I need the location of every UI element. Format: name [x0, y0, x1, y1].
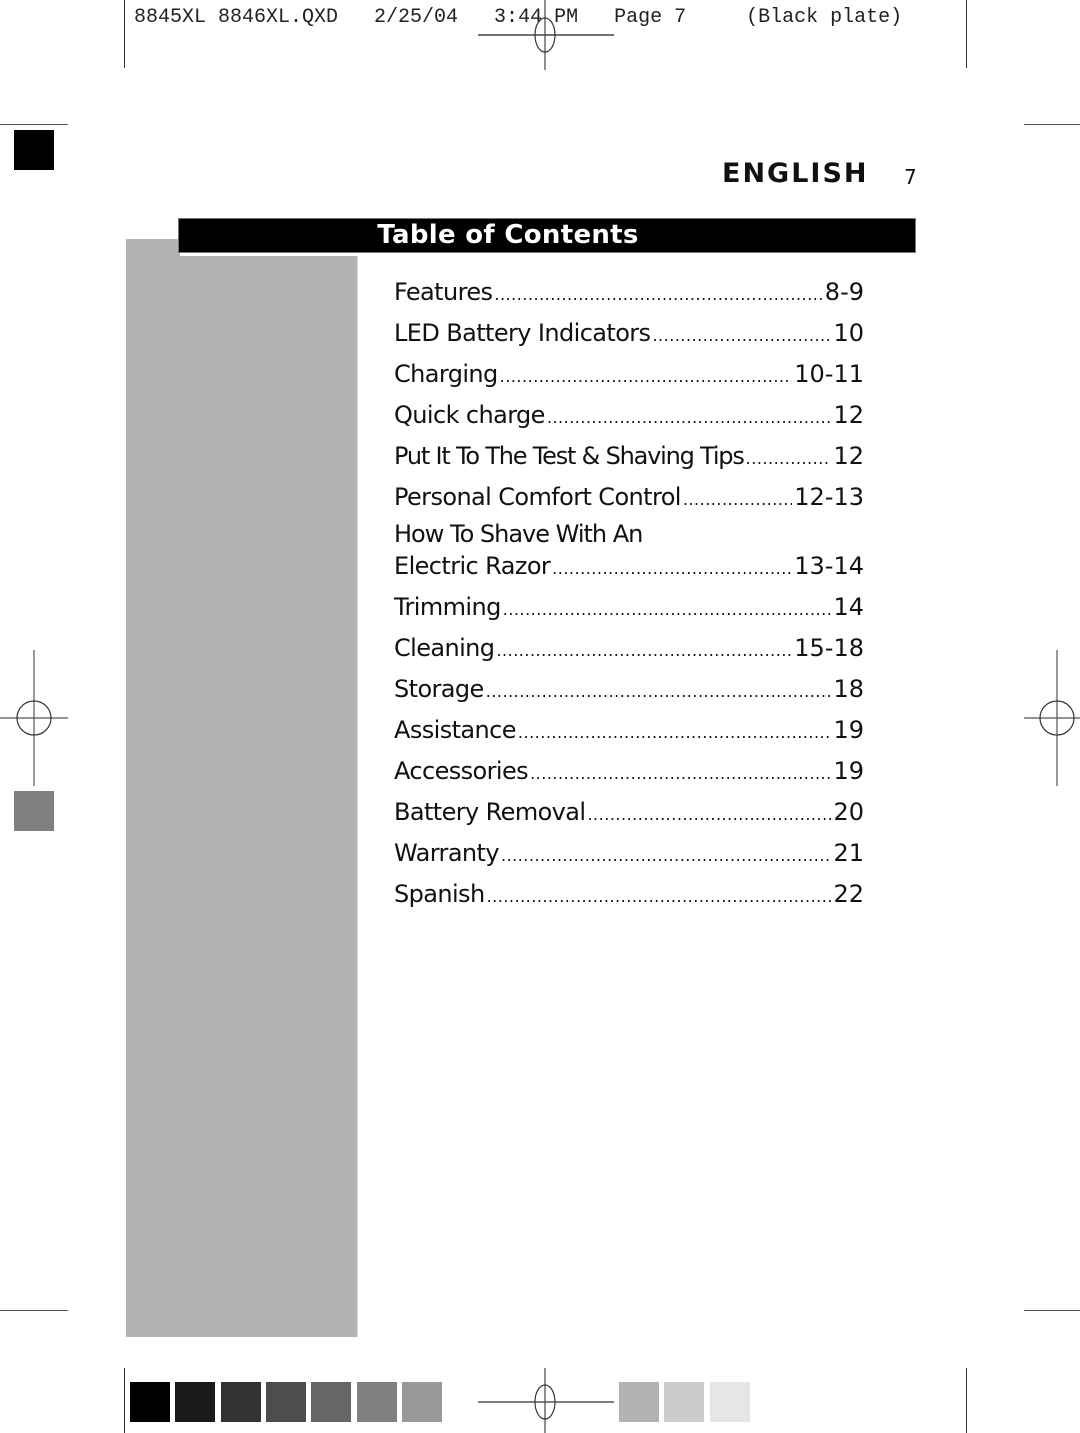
crop-mark-bottom-left: [124, 1368, 125, 1433]
toc-item[interactable]: Storage 18: [394, 671, 864, 712]
toc-title: Table of Contents: [377, 220, 639, 250]
dot-leader: [587, 797, 831, 833]
toc-item-label: Personal Comfort Control: [394, 483, 681, 511]
dot-leader: [503, 592, 832, 628]
toc-item-page: 10: [833, 319, 864, 347]
dot-leader: [501, 838, 832, 874]
color-swatch: [401, 1382, 442, 1422]
crop-mark-left-lower: [0, 1310, 68, 1311]
color-swatch: [709, 1382, 750, 1422]
toc-item-page: 21: [833, 839, 864, 867]
registration-mark-left-icon: [0, 650, 68, 786]
toc-item[interactable]: Charging 10-11: [394, 356, 864, 397]
toc-item[interactable]: Cleaning 15-18: [394, 630, 864, 671]
toc-item[interactable]: Quick charge 12: [394, 397, 864, 438]
gray-registration-square: [14, 791, 54, 831]
toc-item[interactable]: Spanish 22: [394, 876, 864, 917]
toc-item-page: 19: [833, 757, 864, 785]
toc-item-label: Spanish: [394, 880, 485, 908]
color-swatch: [356, 1382, 397, 1422]
registration-mark-top-icon: [478, 0, 614, 70]
dot-leader: [496, 633, 792, 669]
toc-list: Features 8-9 LED Battery Indicators 10 Cha…: [394, 274, 864, 917]
color-swatch: [664, 1382, 705, 1422]
toc-item[interactable]: Battery Removal 20: [394, 794, 864, 835]
toc-item-page: 19: [833, 716, 864, 744]
dot-leader: [552, 551, 792, 587]
toc-item-label: Quick charge: [394, 401, 545, 429]
crop-mark-top-left: [124, 0, 125, 68]
toc-item-label-line1: How To Shave With An: [394, 520, 643, 548]
toc-item-label: LED Battery Indicators: [394, 319, 651, 347]
toc-item-label: Put It To The Test & Shaving Tips: [394, 442, 745, 470]
crop-mark-right-lower: [1024, 1310, 1080, 1311]
color-swatch: [265, 1382, 306, 1422]
toc-item[interactable]: Put It To The Test & Shaving Tips 12: [394, 438, 864, 479]
toc-item-label: Assistance: [394, 716, 516, 744]
dot-leader: [547, 400, 832, 436]
color-swatch: [311, 1382, 352, 1422]
language-heading: ENGLISH: [722, 158, 869, 189]
toc-item[interactable]: Warranty 21: [394, 835, 864, 876]
toc-item[interactable]: Personal Comfort Control 12-13: [394, 479, 864, 520]
crop-mark-top-right: [966, 0, 967, 68]
toc-item-page: 18: [833, 675, 864, 703]
page-number: 7: [904, 165, 917, 189]
toc-item-label: Charging: [394, 360, 498, 388]
dot-leader: [746, 441, 832, 477]
toc-item-label: Warranty: [394, 839, 500, 867]
toc-item-label: Features: [394, 278, 493, 306]
black-registration-square: [14, 130, 54, 170]
dot-leader: [683, 482, 792, 518]
registration-mark-bottom-icon: [478, 1368, 614, 1433]
color-swatch: [175, 1382, 216, 1422]
color-swatch: [130, 1382, 170, 1422]
toc-item-page: 14: [833, 593, 864, 621]
toc-item-page: 12: [833, 442, 864, 470]
toc-item-page: 22: [833, 880, 864, 908]
crop-mark-bottom-right: [966, 1368, 967, 1433]
toc-item-page: 13-14: [794, 552, 864, 580]
toc-item-label: Battery Removal: [394, 798, 586, 826]
toc-item-page: 12: [833, 401, 864, 429]
toc-item-label: Electric Razor: [394, 552, 551, 580]
toc-item-page: 15-18: [794, 634, 864, 662]
toc-item-label: Trimming: [394, 593, 501, 621]
toc-item-page: 8-9: [824, 278, 864, 306]
dot-leader: [652, 318, 831, 354]
registration-mark-right-icon: [1024, 650, 1080, 786]
color-swatch: [619, 1382, 659, 1422]
crop-mark-right-upper: [1024, 124, 1080, 125]
dot-leader: [500, 359, 793, 395]
dot-leader: [487, 879, 832, 915]
toc-item-page: 20: [833, 798, 864, 826]
toc-item[interactable]: Trimming 14: [394, 589, 864, 630]
color-swatch: [220, 1382, 261, 1422]
toc-item-label: Cleaning: [394, 634, 495, 662]
crop-mark-left-upper: [0, 124, 68, 125]
toc-item[interactable]: How To Shave With An Electric Razor 13-14: [394, 520, 864, 589]
toc-item-label: Accessories: [394, 757, 529, 785]
toc-item-page: 10-11: [794, 360, 864, 388]
dot-leader: [518, 715, 832, 751]
dot-leader: [530, 756, 831, 792]
toc-item[interactable]: LED Battery Indicators 10: [394, 315, 864, 356]
toc-item[interactable]: Accessories 19: [394, 753, 864, 794]
toc-item-page: 12-13: [794, 483, 864, 511]
dot-leader: [486, 674, 832, 710]
gray-side-panel: [126, 256, 358, 1337]
gray-side-panel-tab: [126, 239, 180, 257]
toc-item[interactable]: Features 8-9: [394, 274, 864, 315]
toc-item-label: Storage: [394, 675, 484, 703]
toc-item[interactable]: Assistance 19: [394, 712, 864, 753]
dot-leader: [494, 277, 822, 313]
